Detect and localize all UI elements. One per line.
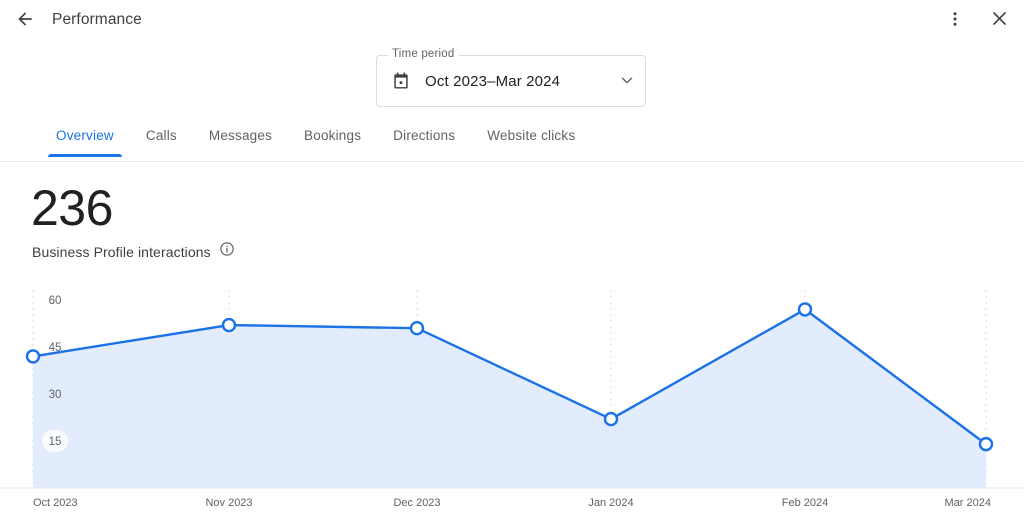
chart-x-tick-label: Dec 2023 — [393, 497, 440, 509]
tab-bar-divider — [0, 161, 1024, 162]
metric-value: 236 — [31, 180, 113, 236]
close-icon — [990, 9, 1009, 31]
chart-x-tick-label: Oct 2023 — [33, 497, 78, 509]
chart-data-point[interactable] — [978, 436, 994, 452]
chart-y-tick-label: 60 — [49, 295, 62, 307]
chevron-down-icon[interactable] — [621, 77, 633, 85]
chart-x-tick-label: Nov 2023 — [205, 497, 252, 509]
chart-svg: 15 30 45 60 Oct 2023 Nov 2023 Dec 2023 Jan 2024… — [0, 290, 1024, 509]
info-icon[interactable] — [219, 241, 235, 262]
tab-overview[interactable]: Overview — [40, 122, 130, 157]
time-period-legend: Time period — [388, 48, 459, 61]
metric-label-row: Business Profile interactions — [32, 241, 235, 262]
chart-data-point[interactable] — [221, 317, 237, 333]
chart-data-point[interactable] — [603, 411, 619, 427]
page-title: Performance — [52, 11, 142, 28]
chart-x-tick-label: Feb 2024 — [782, 497, 828, 509]
chart-x-tick-label: Mar 2024 — [945, 497, 991, 509]
calendar-icon — [391, 71, 411, 91]
chart-y-tick-label: 45 — [49, 342, 62, 354]
back-button[interactable] — [6, 1, 44, 39]
chart-y-tick-label: 30 — [49, 389, 62, 401]
close-button[interactable] — [982, 3, 1016, 37]
app-bar: Performance — [0, 0, 1024, 40]
tab-calls[interactable]: Calls — [130, 122, 193, 157]
chart-x-tick-label: Jan 2024 — [588, 497, 633, 509]
chart-y-tick-label: 15 — [49, 436, 62, 448]
tab-bookings[interactable]: Bookings — [288, 122, 377, 157]
tab-bar: Overview Calls Messages Bookings Directi… — [0, 122, 1024, 162]
interactions-chart: 15 30 45 60 Oct 2023 Nov 2023 Dec 2023 Jan 2024… — [0, 282, 1024, 530]
more-options-button[interactable] — [938, 3, 972, 37]
metric-label: Business Profile interactions — [32, 243, 211, 260]
chart-data-point[interactable] — [25, 349, 41, 364]
tab-directions[interactable]: Directions — [377, 122, 471, 157]
chart-data-point[interactable] — [797, 302, 813, 317]
tab-website-clicks[interactable]: Website clicks — [471, 122, 591, 157]
chart-area-fill — [33, 309, 986, 488]
time-period-field[interactable]: Oct 2023–Mar 2024 — [376, 55, 646, 107]
time-period-value: Oct 2023–Mar 2024 — [425, 72, 561, 90]
app-bar-actions — [938, 0, 1016, 40]
chart-data-point[interactable] — [409, 321, 425, 336]
tab-messages[interactable]: Messages — [193, 122, 288, 157]
performance-screen: Performance Oct 2023–Mar 2024 Time perio… — [0, 0, 1024, 530]
time-period-selector[interactable]: Oct 2023–Mar 2024 Time period — [376, 48, 646, 107]
arrow-back-icon — [15, 9, 35, 32]
more-vert-icon — [946, 10, 964, 31]
